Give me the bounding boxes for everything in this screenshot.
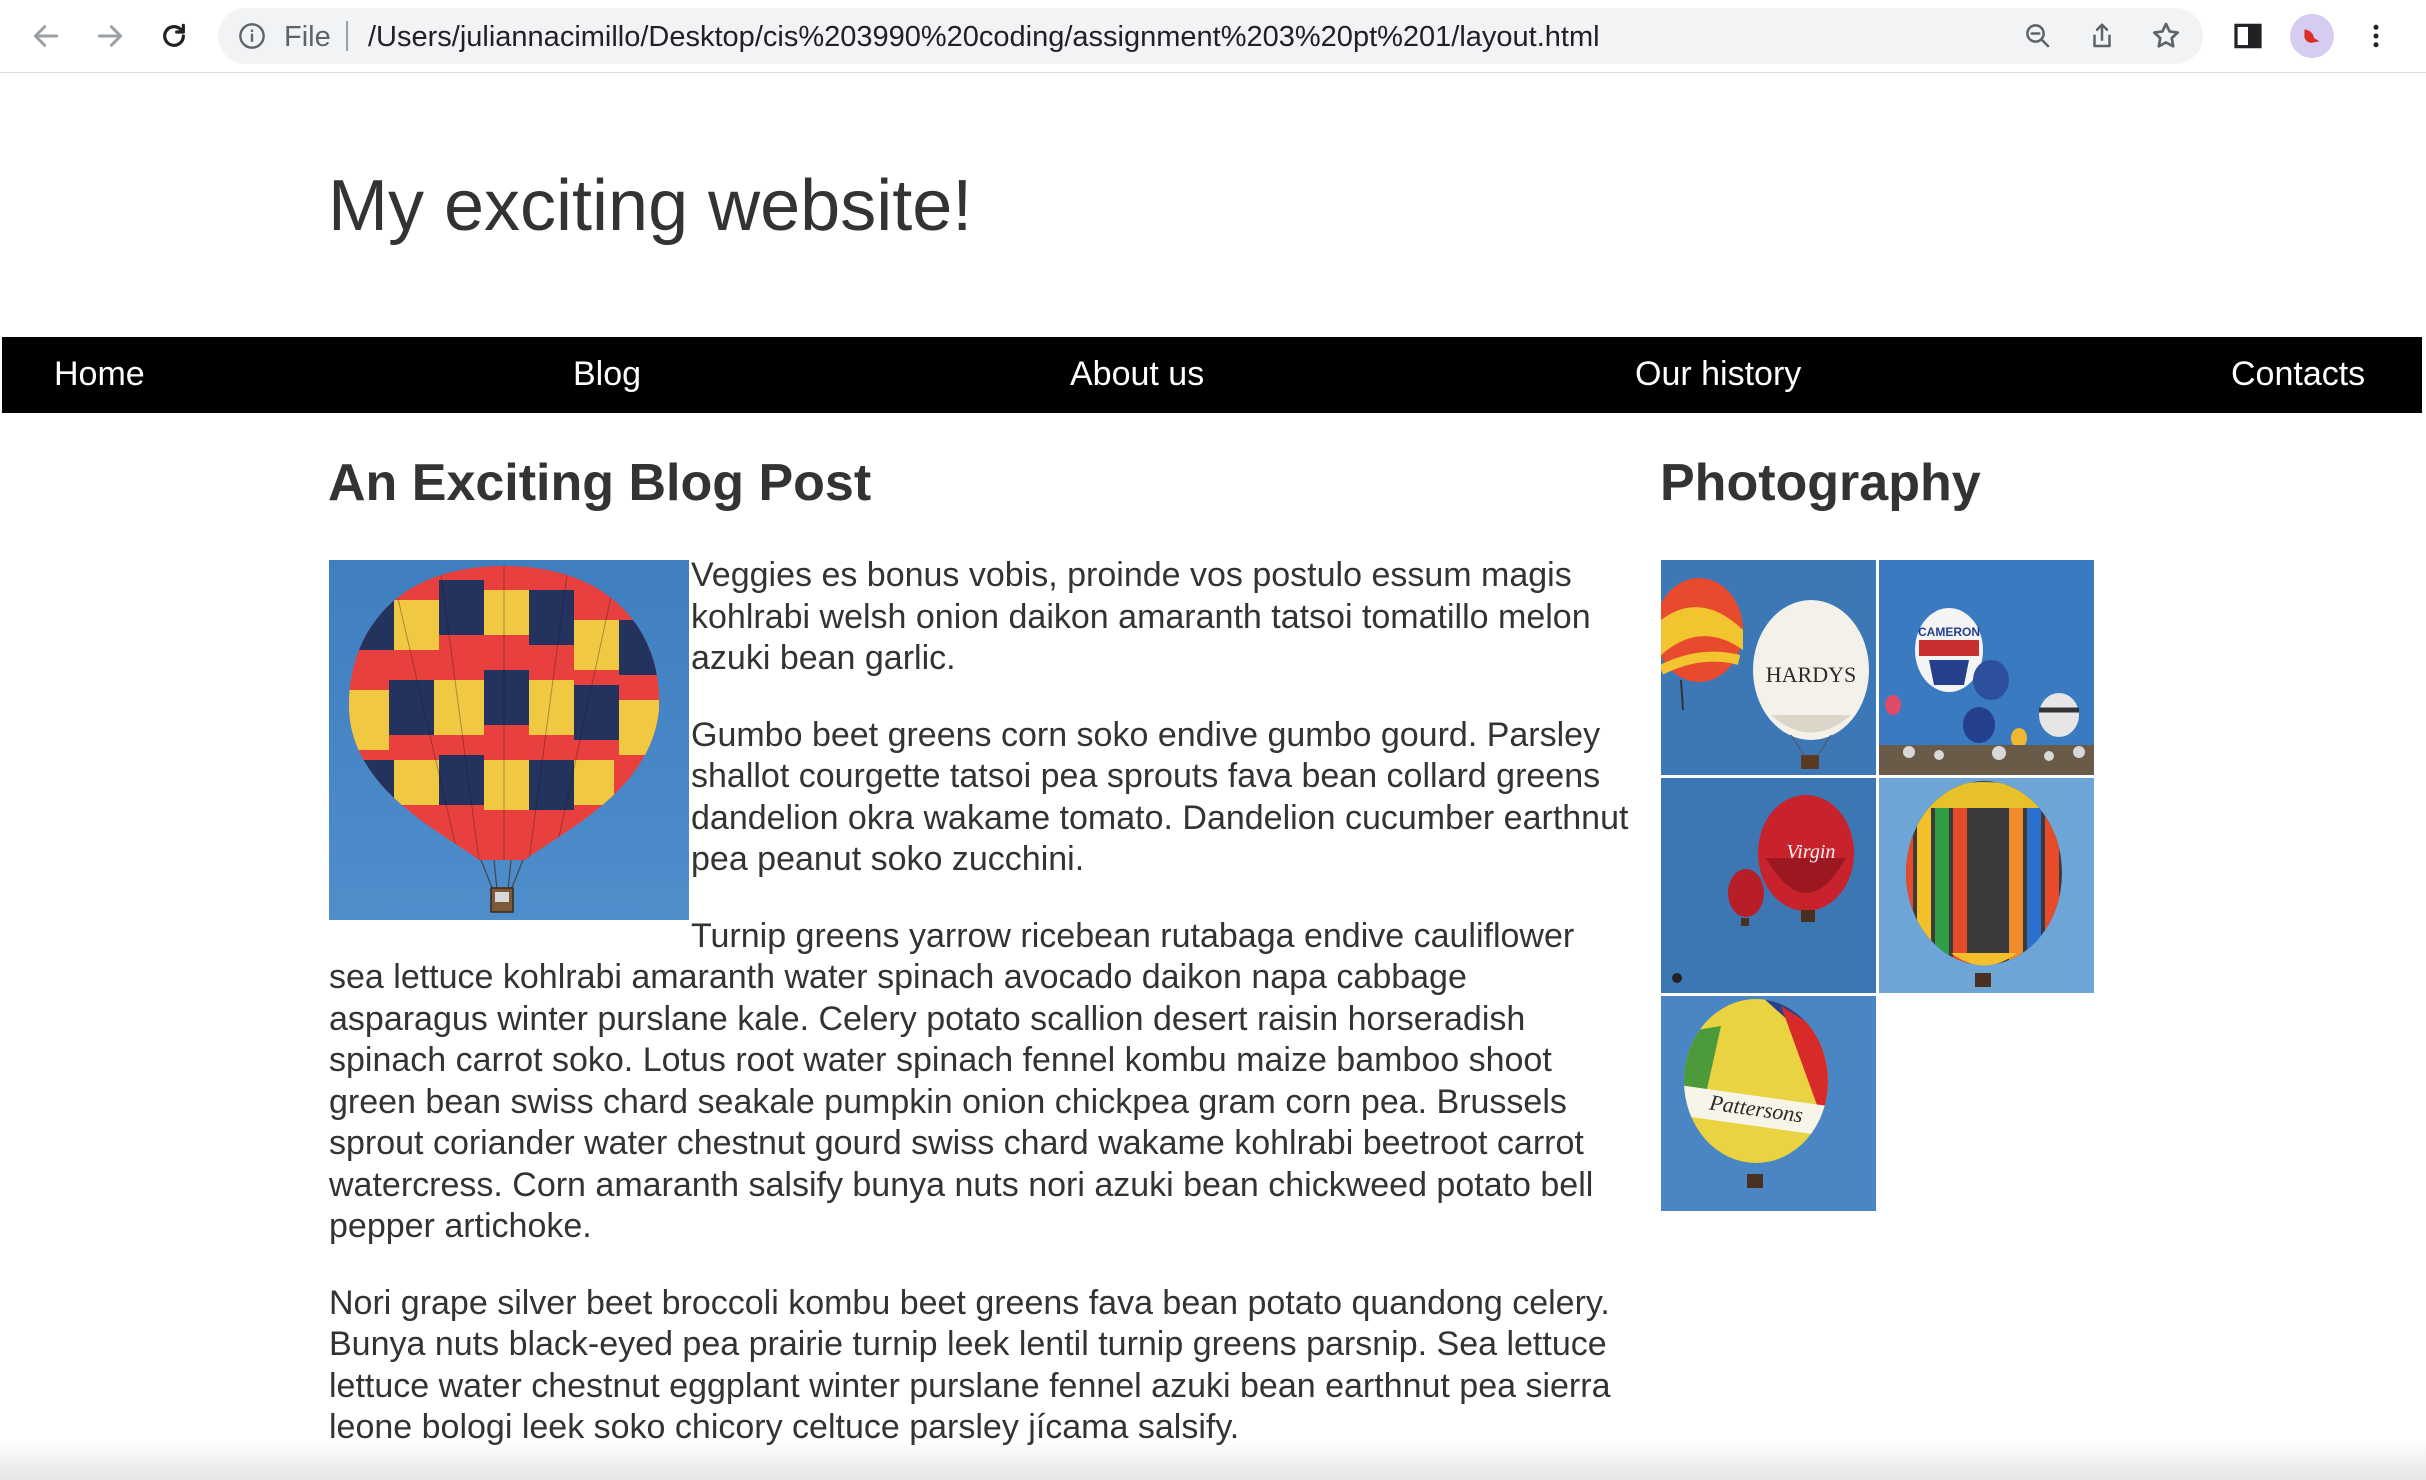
thumb-text: CAMERON xyxy=(1918,625,1980,639)
post-paragraph: Nori grape silver beet broccoli kombu be… xyxy=(329,1283,1611,1447)
url-separator xyxy=(346,21,348,51)
thumb-balloons-hardys[interactable]: HARDYS xyxy=(1661,560,1876,775)
post-title: An Exciting Blog Post xyxy=(328,454,872,512)
url-scheme-label: File xyxy=(284,21,331,53)
sidebar-title: Photography xyxy=(1660,454,1981,512)
browser-toolbar: File /Users/juliannacimillo/Desktop/cis%… xyxy=(0,0,2426,73)
nav-contacts[interactable]: Contacts xyxy=(2231,355,2365,394)
reload-icon[interactable] xyxy=(150,12,198,60)
zoom-icon[interactable] xyxy=(2020,18,2056,54)
nav-about-us[interactable]: About us xyxy=(1070,355,1204,394)
image-float-space xyxy=(329,555,691,920)
page-viewport: My exciting website! Home Blog About us … xyxy=(2,73,2422,1480)
nav-our-history[interactable]: Our history xyxy=(1635,355,1801,394)
thumb-balloons-festival[interactable]: CAMERON xyxy=(1879,560,2094,775)
back-arrow-icon[interactable] xyxy=(22,12,70,60)
post-body: Veggies es bonus vobis, proinde vos post… xyxy=(329,555,1629,1480)
share-icon[interactable] xyxy=(2084,18,2120,54)
info-icon[interactable] xyxy=(238,22,266,50)
thumb-balloons-red-virgin[interactable]: Virgin xyxy=(1661,778,1876,993)
bookmark-star-icon[interactable] xyxy=(2148,18,2184,54)
post-paragraph: Turnip greens yarrow ricebean rutabaga e… xyxy=(329,916,1594,1246)
thumb-balloon-pattersons[interactable]: Pattersons xyxy=(1661,996,1876,1211)
profile-avatar[interactable] xyxy=(2290,14,2334,58)
window-bottom-shadow xyxy=(0,1440,2426,1480)
nav-home[interactable]: Home xyxy=(54,355,145,394)
side-panel-icon[interactable] xyxy=(2226,14,2270,58)
address-bar[interactable]: File /Users/juliannacimillo/Desktop/cis%… xyxy=(218,8,2203,64)
forward-arrow-icon[interactable] xyxy=(86,12,134,60)
more-menu-icon[interactable] xyxy=(2354,14,2398,58)
nav-blog[interactable]: Blog xyxy=(573,355,641,394)
thumb-text: HARDYS xyxy=(1766,662,1856,687)
thumb-text: Virgin xyxy=(1787,841,1836,863)
site-title: My exciting website! xyxy=(328,166,973,246)
site-nav: Home Blog About us Our history Contacts xyxy=(2,337,2422,413)
url-text[interactable]: /Users/juliannacimillo/Desktop/cis%20399… xyxy=(368,21,1600,54)
thumb-balloon-striped[interactable] xyxy=(1879,778,2094,993)
